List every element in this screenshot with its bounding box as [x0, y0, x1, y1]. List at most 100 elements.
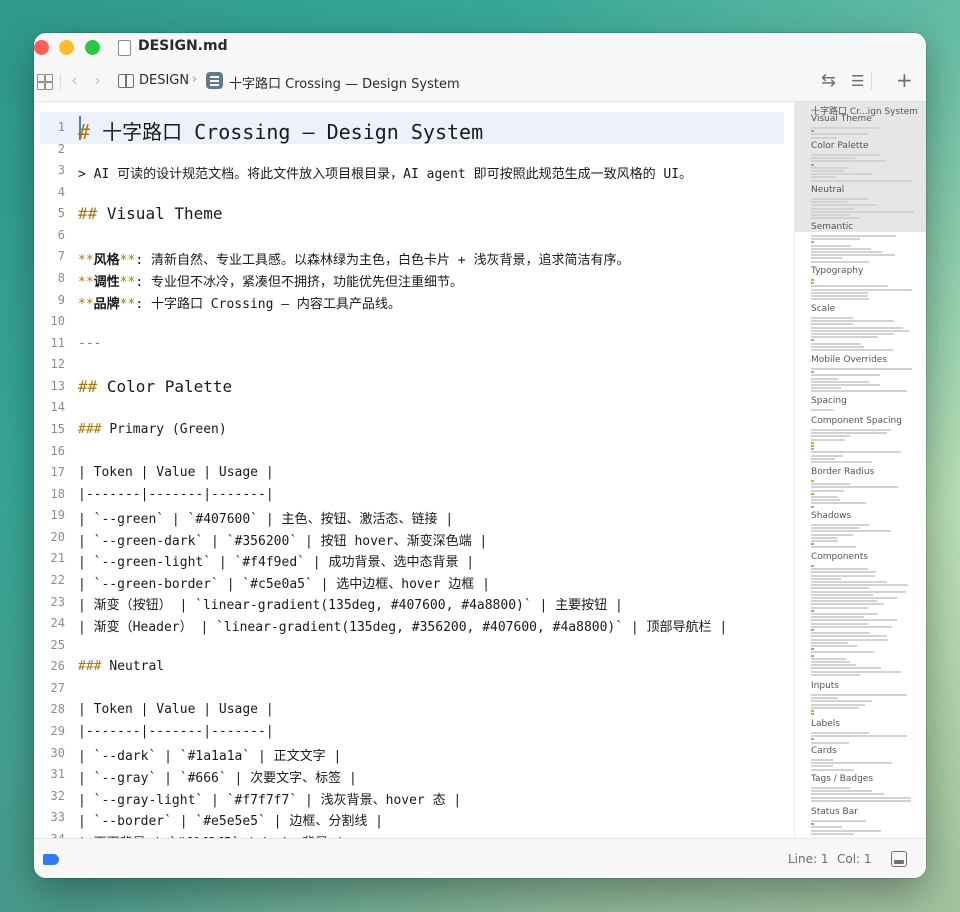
minimap-line	[811, 670, 901, 673]
toolbar-divider	[871, 72, 872, 90]
minimap-line	[811, 390, 907, 393]
minimap-line	[811, 735, 907, 738]
minimap-line	[811, 285, 888, 288]
minimap-marker	[811, 480, 814, 482]
breadcrumb-current[interactable]: 十字路口 Crossing — Design System	[229, 73, 460, 92]
minimap-line	[811, 499, 840, 502]
minimap-line	[811, 768, 854, 771]
minimap-line	[811, 210, 914, 213]
line-number: 23	[50, 594, 65, 609]
minimap-heading: Typography	[811, 266, 864, 276]
minimap-line	[811, 435, 850, 438]
minimap-marker	[811, 648, 814, 651]
code-line: | `--dark` | `#1a1a1a` | 正文文字 |	[78, 749, 342, 765]
column-indicator: Col: 1	[837, 852, 872, 866]
minimap-line	[811, 457, 835, 460]
minimap-line	[811, 244, 851, 247]
minimap-line	[811, 204, 877, 207]
close-window-button[interactable]	[34, 40, 49, 55]
minimap-heading: Inputs	[811, 681, 839, 691]
code-line: | 渐变（按钮） | `linear-gradient(135deg, #407…	[78, 598, 623, 614]
minimap-marker	[811, 282, 814, 285]
minimap-line	[811, 657, 846, 660]
minimap-line	[811, 257, 842, 260]
code-line: | `--gray-light` | `#f7f7f7` | 浅灰背景、hove…	[78, 792, 462, 808]
minimap-line	[811, 593, 873, 596]
line-number: 13	[50, 378, 65, 393]
minimap-line	[811, 160, 886, 163]
minimap-line	[811, 432, 887, 435]
minimap-line	[811, 799, 911, 802]
markdown-editor[interactable]: 1 # 十字路口 Crossing — Design System 2 3 > AI 可…	[34, 102, 794, 838]
line-number: 30	[50, 745, 65, 760]
minimap-marker	[811, 279, 814, 281]
minimap-line	[811, 700, 872, 703]
minimap-line	[811, 645, 857, 647]
minimap-line	[811, 380, 869, 383]
minimap-line	[811, 597, 897, 599]
minimap-line	[811, 157, 855, 160]
swap-icon[interactable]: ⇆	[821, 70, 836, 91]
add-icon[interactable]: +	[896, 68, 913, 92]
minimap-line	[811, 584, 908, 587]
minimap-line	[811, 235, 896, 237]
minimap-line	[811, 483, 850, 486]
minimap-line	[811, 667, 881, 670]
minimap-line	[811, 832, 854, 835]
minimap-marker	[811, 654, 814, 657]
minimap-marker	[811, 241, 814, 244]
inspector-icon[interactable]: ☰	[851, 72, 864, 90]
line-number: 32	[50, 788, 65, 803]
minimap-line	[811, 533, 853, 536]
minimap-marker	[811, 609, 814, 612]
minimap-line	[811, 536, 837, 539]
tag-icon[interactable]	[43, 854, 59, 865]
line-number: 16	[50, 443, 65, 458]
minimap-line	[811, 345, 864, 348]
panel-toggle-icon[interactable]	[891, 851, 907, 867]
minimap-line	[811, 765, 833, 768]
minimap-line	[811, 298, 869, 301]
minimap-line	[811, 796, 911, 799]
minimap-heading: Tags / Badges	[811, 774, 874, 784]
minimap-line	[811, 574, 875, 577]
minimap-heading: Cards	[811, 746, 837, 756]
line-number: 6	[57, 227, 65, 242]
line-number: 20	[50, 529, 65, 544]
forward-arrow-icon[interactable]: ›	[94, 71, 101, 91]
sidebar-grid-icon[interactable]	[37, 74, 53, 90]
minimap-line	[811, 454, 843, 457]
minimap-line	[811, 288, 912, 291]
minimap-line	[811, 323, 853, 326]
minimap-line	[811, 333, 894, 335]
minimap-line	[811, 320, 894, 323]
code-line: | `--green` | `#407600` | 主色、按钮、激活态、链接 |	[78, 512, 454, 528]
minimap-line	[811, 329, 909, 332]
breadcrumb-root[interactable]: DESIGN	[139, 73, 189, 88]
minimap-heading: Mobile Overrides	[811, 355, 888, 365]
zoom-window-button[interactable]	[85, 40, 100, 55]
minimap-line	[811, 651, 874, 654]
minimap-line	[811, 217, 859, 220]
minimize-window-button[interactable]	[59, 40, 74, 55]
minimap-line	[811, 136, 837, 139]
back-arrow-icon[interactable]: ‹	[71, 71, 78, 91]
minimap-line	[811, 170, 844, 172]
line-number: 22	[50, 572, 65, 587]
minimap-line	[811, 664, 856, 667]
code-line: | `--green-border` | `#c5e0a5` | 选中边框、ho…	[78, 576, 490, 592]
minimap-line	[811, 336, 878, 339]
minimap-line	[811, 166, 850, 169]
minimap[interactable]: 十字路口 Cr...ign System Visual Theme Color Pa…	[795, 102, 926, 838]
minimap-line	[811, 342, 861, 345]
minimap-marker	[811, 371, 814, 374]
minimap-line	[811, 524, 869, 526]
minimap-line	[811, 635, 887, 638]
minimap-line	[811, 706, 859, 709]
minimap-line	[811, 486, 898, 489]
code-line: # 十字路口 Crossing — Design System	[78, 119, 484, 144]
editor-window: DESIGN.md ‹ › DESIGN › 十字路口 Crossing — D…	[34, 33, 926, 878]
minimap-marker	[811, 441, 814, 444]
code-line: | 渐变（Header） | `linear-gradient(135deg, …	[78, 620, 728, 636]
minimap-line	[811, 820, 866, 822]
